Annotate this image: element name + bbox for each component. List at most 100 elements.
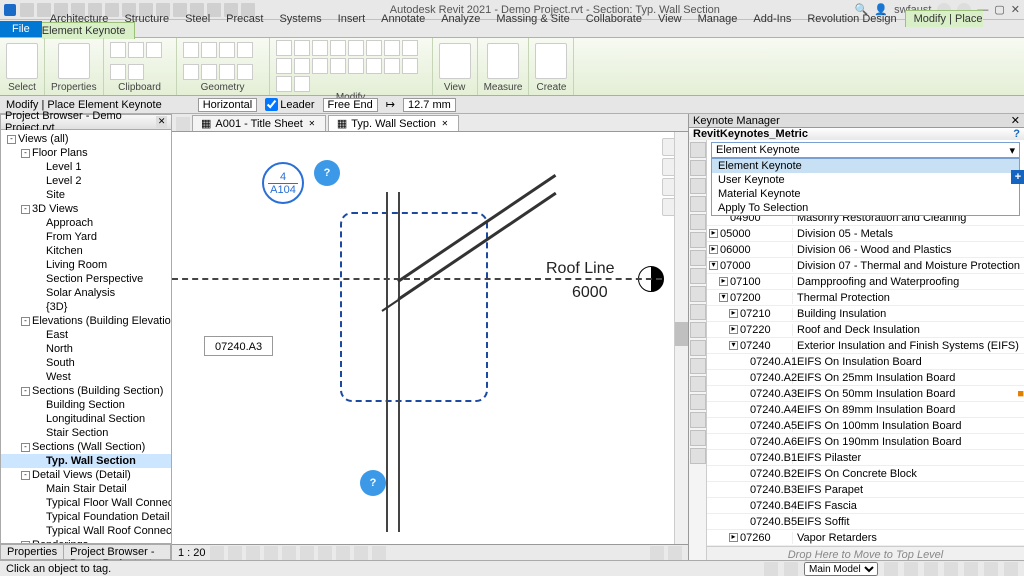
- tree-twisty-icon[interactable]: -: [21, 317, 30, 326]
- ribbon-tab[interactable]: View: [650, 11, 690, 27]
- keynote-tree[interactable]: 04900Masonry Restoration and Cleaning▸05…: [707, 210, 1024, 546]
- ribbon-tab[interactable]: Steel: [177, 11, 218, 27]
- keynote-type-dropdown[interactable]: Element Keynote ▾: [711, 142, 1020, 158]
- tree-twisty-icon[interactable]: -: [21, 205, 30, 214]
- tree-item[interactable]: Typical Floor Wall Connection: [1, 496, 171, 510]
- vcb-right-icon[interactable]: [650, 546, 664, 560]
- kn-search-icon[interactable]: [690, 322, 706, 338]
- status-drag-icon[interactable]: [984, 562, 998, 576]
- tree-item[interactable]: Level 2: [1, 174, 171, 188]
- shadows-icon[interactable]: [264, 546, 278, 560]
- document-tab[interactable]: ▦Typ. Wall Section✕: [328, 115, 459, 131]
- tree-twisty-icon[interactable]: ▾: [729, 341, 738, 350]
- tree-item[interactable]: Approach: [1, 216, 171, 230]
- ribbon-button[interactable]: [366, 58, 382, 74]
- keynote-row[interactable]: 07240.A2EIFS On 25mm Insulation Board: [707, 370, 1024, 386]
- ribbon-button[interactable]: [487, 43, 519, 79]
- tree-item[interactable]: Building Section: [1, 398, 171, 412]
- tree-twisty-icon[interactable]: ▸: [719, 277, 728, 286]
- tree-item[interactable]: Main Stair Detail: [1, 482, 171, 496]
- keynote-panel-close-icon[interactable]: ✕: [1011, 114, 1020, 127]
- ribbon-button[interactable]: [402, 40, 418, 56]
- ribbon-tab[interactable]: Add-Ins: [745, 11, 799, 27]
- ribbon-button[interactable]: [348, 58, 364, 74]
- tree-twisty-icon[interactable]: -: [21, 443, 30, 452]
- kn-expand-icon[interactable]: [690, 340, 706, 356]
- view-scale[interactable]: 1 : 20: [178, 547, 206, 559]
- ribbon-button[interactable]: [535, 43, 567, 79]
- tab-close-icon[interactable]: ✕: [440, 119, 450, 129]
- temp-hide-icon[interactable]: [318, 546, 332, 560]
- ribbon-button[interactable]: [110, 42, 126, 58]
- tree-item[interactable]: Stair Section: [1, 426, 171, 440]
- tree-item[interactable]: Solar Analysis: [1, 286, 171, 300]
- help-bubble-icon[interactable]: ?: [314, 160, 340, 186]
- tab-home-icon[interactable]: [176, 117, 190, 131]
- tree-item[interactable]: Typ. Wall Section: [1, 454, 171, 468]
- keynote-row[interactable]: ▸07100Dampproofing and Waterproofing: [707, 274, 1024, 290]
- tree-item[interactable]: Typical Foundation Detail: [1, 510, 171, 524]
- keynote-row[interactable]: 07240.B2EIFS On Concrete Block: [707, 466, 1024, 482]
- tree-twisty-icon[interactable]: -: [7, 135, 16, 144]
- tree-item[interactable]: Living Room: [1, 258, 171, 272]
- tree-item[interactable]: -Sections (Building Section): [1, 384, 171, 398]
- tree-item[interactable]: From Yard: [1, 230, 171, 244]
- keynote-row[interactable]: 07240.B5EIFS Soffit: [707, 514, 1024, 530]
- keynote-help-icon[interactable]: ?: [1013, 128, 1020, 140]
- keynote-row[interactable]: ▾07200Thermal Protection: [707, 290, 1024, 306]
- ribbon-tab[interactable]: Massing & Site: [488, 11, 577, 27]
- kn-edit-icon[interactable]: [690, 232, 706, 248]
- reveal-hidden-icon[interactable]: [336, 546, 350, 560]
- keynote-row[interactable]: 07240.A3EIFS On 50mm Insulation Board ■: [707, 386, 1024, 402]
- constraints-icon[interactable]: [372, 546, 386, 560]
- ribbon-button[interactable]: [330, 40, 346, 56]
- tree-twisty-icon[interactable]: -: [21, 149, 30, 158]
- status-select-pinned-icon[interactable]: [944, 562, 958, 576]
- kn-home-icon[interactable]: [690, 142, 706, 158]
- tree-twisty-icon[interactable]: ▸: [709, 229, 718, 238]
- tab-close-icon[interactable]: ✕: [307, 119, 317, 129]
- tree-twisty-icon[interactable]: ▾: [709, 261, 718, 270]
- ribbon-button[interactable]: [384, 40, 400, 56]
- kn-export-icon[interactable]: [690, 412, 706, 428]
- ribbon-button[interactable]: [201, 42, 217, 58]
- ribbon-button[interactable]: [294, 76, 310, 92]
- status-design-options-icon[interactable]: [884, 562, 898, 576]
- tree-twisty-icon[interactable]: ▸: [729, 309, 738, 318]
- ribbon-button[interactable]: [294, 58, 310, 74]
- ribbon-button[interactable]: [128, 64, 144, 80]
- kn-lock-icon[interactable]: [690, 196, 706, 212]
- ribbon-tab[interactable]: Precast: [218, 11, 271, 27]
- tree-item[interactable]: -Floor Plans: [1, 146, 171, 160]
- keynote-row[interactable]: ▾07000Division 07 - Thermal and Moisture…: [707, 258, 1024, 274]
- crop-visible-icon[interactable]: [300, 546, 314, 560]
- keynote-row[interactable]: 07240.B4EIFS Fascia: [707, 498, 1024, 514]
- keynote-row[interactable]: ▸05000Division 05 - Metals: [707, 226, 1024, 242]
- keynote-row[interactable]: 07240.A6EIFS On 190mm Insulation Board: [707, 434, 1024, 450]
- tree-item[interactable]: Kitchen: [1, 244, 171, 258]
- tree-twisty-icon[interactable]: -: [21, 387, 30, 396]
- tree-twisty-icon[interactable]: ▸: [729, 325, 738, 334]
- keynote-row[interactable]: ▸07210Building Insulation: [707, 306, 1024, 322]
- keynote-add-button[interactable]: +: [1011, 170, 1024, 184]
- ribbon-button[interactable]: [276, 58, 292, 74]
- ribbon-button[interactable]: [219, 64, 235, 80]
- kn-up-icon[interactable]: [690, 268, 706, 284]
- status-editable-icon[interactable]: [784, 562, 798, 576]
- pane-tab[interactable]: Properties: [1, 545, 64, 559]
- tree-item[interactable]: -3D Views: [1, 202, 171, 216]
- tree-item[interactable]: West: [1, 370, 171, 384]
- detail-callout[interactable]: 4 A104: [262, 162, 304, 204]
- ribbon-button[interactable]: [312, 40, 328, 56]
- kn-filter-icon[interactable]: [690, 304, 706, 320]
- ribbon-button[interactable]: [146, 42, 162, 58]
- tree-item[interactable]: Section Perspective: [1, 272, 171, 286]
- status-select-links-icon[interactable]: [904, 562, 918, 576]
- kn-comment-icon[interactable]: [690, 430, 706, 446]
- leader-length-input[interactable]: 12.7 mm: [403, 98, 456, 112]
- kn-down-icon[interactable]: [690, 286, 706, 302]
- sun-path-icon[interactable]: [246, 546, 260, 560]
- ribbon-button[interactable]: [402, 58, 418, 74]
- kn-settings-icon[interactable]: [690, 376, 706, 392]
- dropdown-option[interactable]: User Keynote: [712, 173, 1019, 187]
